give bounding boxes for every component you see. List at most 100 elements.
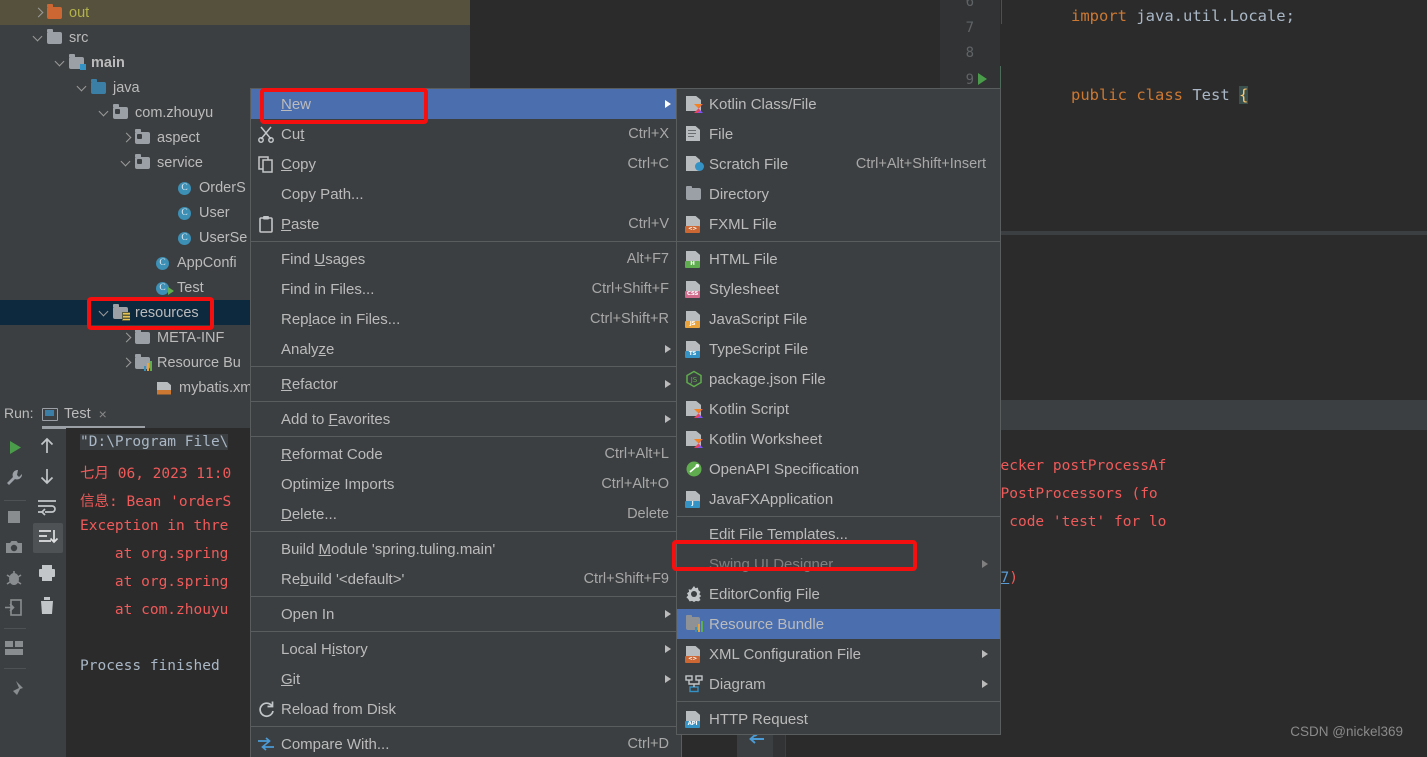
folder-excluded-icon xyxy=(46,4,64,21)
resource-bundle-folder-icon xyxy=(134,354,152,371)
submenu-item-label: package.json File xyxy=(709,370,826,388)
context-menu[interactable]: New Cut Ctrl+X Copy Ctrl+C Copy Path... Paste C… xyxy=(250,88,682,757)
submenu-item-typescript-file[interactable]: TS TypeScript File xyxy=(677,334,1000,364)
menu-item-label: Replace in Files... xyxy=(281,310,401,328)
stop-icon[interactable] xyxy=(5,508,23,526)
menu-item-optimize-imports[interactable]: Optimize Imports Ctrl+Alt+O xyxy=(251,469,681,499)
run-toolbar-left[interactable] xyxy=(0,428,29,757)
tree-node-src[interactable]: src xyxy=(0,25,470,50)
chevron-down-icon[interactable] xyxy=(30,30,46,46)
chevron-down-icon[interactable] xyxy=(96,105,112,121)
submenu-item-kotlin-worksheet[interactable]: Kotlin Worksheet xyxy=(677,424,1000,454)
chevron-right-icon[interactable] xyxy=(30,5,46,21)
scroll-to-end-icon[interactable] xyxy=(37,528,59,548)
java-class-icon: C xyxy=(176,180,194,196)
submenu-item-javascript-file[interactable]: JS JavaScript File xyxy=(677,304,1000,334)
submenu-item-scratch-file[interactable]: Scratch File Ctrl+Alt+Shift+Insert xyxy=(677,149,1000,179)
submenu-item-fxml-file[interactable]: <> FXML File xyxy=(677,209,1000,239)
tree-node-out[interactable]: out xyxy=(0,0,470,25)
soft-wrap-icon[interactable] xyxy=(36,498,58,516)
menu-separator xyxy=(251,241,681,242)
submenu-item-stylesheet[interactable]: CSS Stylesheet xyxy=(677,274,1000,304)
code-fold-guide xyxy=(1001,0,1002,24)
run-tab-test[interactable]: Test × xyxy=(42,402,107,426)
chevron-right-icon[interactable] xyxy=(118,130,134,146)
camera-icon[interactable] xyxy=(4,538,24,556)
menu-item-delete[interactable]: Delete... Delete xyxy=(251,499,681,529)
submenu-item-openapi-specification[interactable]: OpenAPI Specification xyxy=(677,454,1000,484)
menu-item-find-in-files[interactable]: Find in Files... Ctrl+Shift+F xyxy=(251,274,681,304)
submenu-item-label: Scratch File xyxy=(709,155,789,173)
tree-node-label: service xyxy=(157,154,203,171)
submenu-item-kotlin-class-file[interactable]: Kotlin Class/File xyxy=(677,89,1000,119)
submenu-item-http-request[interactable]: API HTTP Request xyxy=(677,704,1000,734)
run-gutter-icon[interactable] xyxy=(978,73,987,85)
menu-item-new[interactable]: New xyxy=(251,89,681,119)
submenu-item-diagram[interactable]: Diagram xyxy=(677,669,1000,699)
submenu-arrow-icon xyxy=(665,100,671,108)
submenu-item-html-file[interactable]: H HTML File xyxy=(677,244,1000,274)
tree-node-main[interactable]: main xyxy=(0,50,470,75)
menu-item-paste[interactable]: Paste Ctrl+V xyxy=(251,209,681,239)
chevron-down-icon[interactable] xyxy=(96,305,112,321)
submenu-item-label: EditorConfig File xyxy=(709,585,820,603)
chevron-down-icon[interactable] xyxy=(74,80,90,96)
menu-item-git[interactable]: Git xyxy=(251,664,681,694)
arrow-up-icon[interactable] xyxy=(37,436,57,456)
submenu-item-label: TypeScript File xyxy=(709,340,809,358)
debug-bug-icon[interactable] xyxy=(4,568,24,588)
export-icon[interactable] xyxy=(4,598,23,617)
menu-item-cut[interactable]: Cut Ctrl+X xyxy=(251,119,681,149)
chevron-right-icon[interactable] xyxy=(118,355,134,371)
console-line: Exception in thre xyxy=(80,518,229,534)
run-panel-title: Run: xyxy=(4,405,34,421)
menu-item-compare-with[interactable]: Compare With... Ctrl+D xyxy=(251,729,681,757)
menu-item-replace-in-files[interactable]: Replace in Files... Ctrl+Shift+R xyxy=(251,304,681,334)
menu-item-analyze[interactable]: Analyze xyxy=(251,334,681,364)
submenu-item-directory[interactable]: Directory xyxy=(677,179,1000,209)
diagram-icon xyxy=(685,675,703,693)
menu-item-reload-from-disk[interactable]: Reload from Disk xyxy=(251,694,681,724)
submenu-item-package-json-file[interactable]: JS package.json File xyxy=(677,364,1000,394)
submenu-item-javafxapplication[interactable]: J JavaFXApplication xyxy=(677,484,1000,514)
run-icon[interactable] xyxy=(5,438,24,457)
arrow-down-icon[interactable] xyxy=(37,466,57,486)
menu-separator xyxy=(251,436,681,437)
menu-item-refactor[interactable]: Refactor xyxy=(251,369,681,399)
layout-icon[interactable] xyxy=(4,640,24,656)
menu-item-find-usages[interactable]: Find Usages Alt+F7 xyxy=(251,244,681,274)
watermark: CSDN @nickel369 xyxy=(1290,724,1403,739)
settings-wrench-icon[interactable] xyxy=(4,468,24,488)
menu-item-add-to-favorites[interactable]: Add to Favorites xyxy=(251,404,681,434)
submenu-item-file[interactable]: File xyxy=(677,119,1000,149)
chevron-down-icon[interactable] xyxy=(52,55,68,71)
menu-item-local-history[interactable]: Local History xyxy=(251,634,681,664)
menu-item-open-in[interactable]: Open In xyxy=(251,599,681,629)
compare-icon xyxy=(257,735,275,753)
pin-icon[interactable] xyxy=(4,680,24,700)
submenu-item-label: Directory xyxy=(709,185,770,203)
new-submenu[interactable]: Kotlin Class/File File Scratch File Ctrl+Al… xyxy=(676,88,1001,735)
submenu-arrow-icon xyxy=(665,675,671,683)
tree-node-label: META-INF xyxy=(157,329,225,346)
menu-item-build-module-spring-tuling-main[interactable]: Build Module 'spring.tuling.main' xyxy=(251,534,681,564)
print-icon[interactable] xyxy=(37,563,57,583)
close-icon[interactable]: × xyxy=(99,406,107,422)
trash-icon[interactable] xyxy=(38,596,56,616)
submenu-item-kotlin-script[interactable]: Kotlin Script xyxy=(677,394,1000,424)
code-line-class-decl: public class Test { xyxy=(1015,68,1249,122)
toolbar-separator xyxy=(4,628,26,629)
scissors-icon xyxy=(257,125,275,143)
tree-node-label: AppConfi xyxy=(177,254,237,271)
submenu-item-resource-bundle[interactable]: Resource Bundle xyxy=(677,609,1000,639)
submenu-item-edit-file-templates[interactable]: Edit File Templates... xyxy=(677,519,1000,549)
submenu-item-editorconfig-file[interactable]: EditorConfig File xyxy=(677,579,1000,609)
chevron-right-icon[interactable] xyxy=(118,330,134,346)
menu-item-copy-path[interactable]: Copy Path... xyxy=(251,179,681,209)
menu-item-reformat-code[interactable]: Reformat Code Ctrl+Alt+L xyxy=(251,439,681,469)
submenu-item-xml-configuration-file[interactable]: <> XML Configuration File xyxy=(677,639,1000,669)
menu-item-copy[interactable]: Copy Ctrl+C xyxy=(251,149,681,179)
chevron-down-icon[interactable] xyxy=(118,155,134,171)
run-toolbar-right[interactable] xyxy=(30,428,65,757)
menu-item-rebuild-default[interactable]: Rebuild '<default>' Ctrl+Shift+F9 xyxy=(251,564,681,594)
